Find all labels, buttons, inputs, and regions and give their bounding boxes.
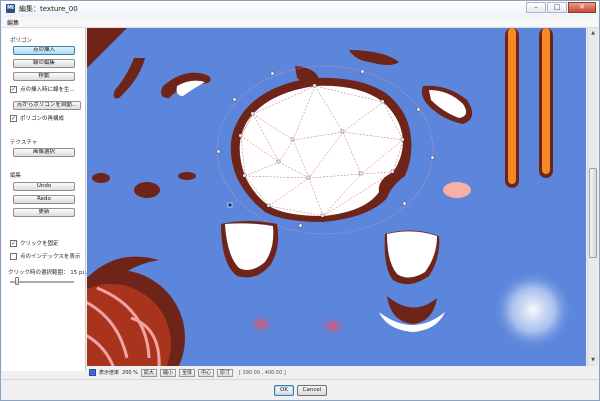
pink-cheek-shape xyxy=(443,182,471,198)
menu-edit[interactable]: 編集 xyxy=(7,18,19,27)
zoom-in-button[interactable]: 拡大 xyxy=(140,368,157,377)
redo-button[interactable]: Redo xyxy=(13,195,75,204)
insert-connect-option[interactable]: ✓ 点の挿入時に線を生... xyxy=(10,85,75,93)
maximize-icon[interactable]: □ xyxy=(547,2,567,13)
select-range-slider-thumb[interactable] xyxy=(15,277,19,285)
insert-point-button[interactable]: 点の挿入 xyxy=(13,46,75,55)
stripe-right xyxy=(542,28,550,174)
title-bar[interactable]: MI 編集：texture_00 – □ ✕ xyxy=(1,1,599,17)
show-index-label: 点のインデックスを表示 xyxy=(20,254,81,260)
vertical-scrollbar-thumb[interactable] xyxy=(589,168,597,258)
tool-panel: ポリゴン 点の挿入 線の編集 移動 ✓ 点の挿入時に線を生... 点からポリゴン… xyxy=(2,28,89,371)
ok-button[interactable]: OK xyxy=(274,385,294,396)
texture-section-label: テクスチャ xyxy=(10,140,38,146)
rebuild-polygon-label: ポリゴンの再構成 xyxy=(20,116,65,122)
minimize-icon[interactable]: – xyxy=(526,2,546,13)
actual-size-button[interactable]: 原寸 xyxy=(216,368,233,377)
rebuild-polygon-option[interactable]: ✓ ポリゴンの再構成 xyxy=(10,114,64,122)
vertical-scrollbar[interactable]: ▲ ▼ xyxy=(587,28,598,366)
select-range-readout: クリック時の選択範囲： 15 pi... xyxy=(8,268,89,276)
zoom-label: 表示倍率 xyxy=(99,370,120,376)
fix-click-label: クリックを固定 xyxy=(20,241,59,247)
refresh-button[interactable]: 更新 xyxy=(13,208,75,217)
blob-left-3 xyxy=(178,172,196,180)
polygon-section-label: ポリゴン xyxy=(10,38,33,44)
fix-click-option[interactable]: ✓ クリックを固定 xyxy=(10,239,59,247)
edit-line-button[interactable]: 線の編集 xyxy=(13,59,75,68)
background-color-swatch[interactable] xyxy=(89,369,96,376)
cursor-coordinates: [ 390.00 , 400.50 ] xyxy=(238,369,286,376)
cancel-button[interactable]: Cancel xyxy=(297,385,327,396)
window-controls: – □ ✕ xyxy=(526,2,596,13)
selected-vertex[interactable] xyxy=(227,202,233,208)
undo-button[interactable]: Undo xyxy=(13,182,75,191)
fix-click-checkbox[interactable]: ✓ xyxy=(10,239,17,247)
editor-window: MI 編集：texture_00 – □ ✕ 編集 ポリゴン 点の挿入 線の編集… xyxy=(0,0,600,401)
glow-highlight xyxy=(493,270,573,350)
show-index-checkbox[interactable] xyxy=(10,252,17,260)
select-range-slider[interactable] xyxy=(10,281,74,283)
edit-section-label: 編集 xyxy=(10,173,22,179)
scroll-up-icon[interactable]: ▲ xyxy=(589,29,597,37)
insert-connect-checkbox[interactable]: ✓ xyxy=(10,85,17,93)
select-range-label: クリック時の選択範囲： xyxy=(8,270,69,276)
select-image-button[interactable]: 画像選択 xyxy=(13,148,75,157)
rebuild-polygon-checkbox[interactable]: ✓ xyxy=(10,114,17,122)
blush-right xyxy=(319,315,347,337)
dialog-button-bar: OK Cancel xyxy=(2,379,598,400)
stripe-left xyxy=(508,28,516,184)
blob-left-1 xyxy=(134,182,160,198)
move-button[interactable]: 移動 xyxy=(13,72,75,81)
fit-all-button[interactable]: 全体 xyxy=(178,368,195,377)
status-bar: 表示倍率 200 % 拡大 縮小 全体 中心 原寸 [ 390.00 , 400… xyxy=(87,367,598,378)
insert-connect-label: 点の挿入時に線を生... xyxy=(20,87,75,93)
close-icon[interactable]: ✕ xyxy=(568,2,596,13)
app-icon: MI xyxy=(6,4,15,13)
blob-left-2 xyxy=(92,173,110,183)
window-title: 編集：texture_00 xyxy=(19,5,78,13)
zoom-out-button[interactable]: 縮小 xyxy=(159,368,176,377)
zoom-value: 200 % xyxy=(122,369,138,376)
texture-image[interactable] xyxy=(87,28,586,366)
auto-polygon-button[interactable]: 点からポリゴンを自動... xyxy=(13,101,81,110)
texture-canvas[interactable] xyxy=(87,28,586,366)
scroll-down-icon[interactable]: ▼ xyxy=(589,356,597,364)
menu-bar: 編集 xyxy=(2,17,598,28)
blush-left xyxy=(247,313,275,335)
center-button[interactable]: 中心 xyxy=(197,368,214,377)
show-index-option[interactable]: 点のインデックスを表示 xyxy=(10,252,80,260)
